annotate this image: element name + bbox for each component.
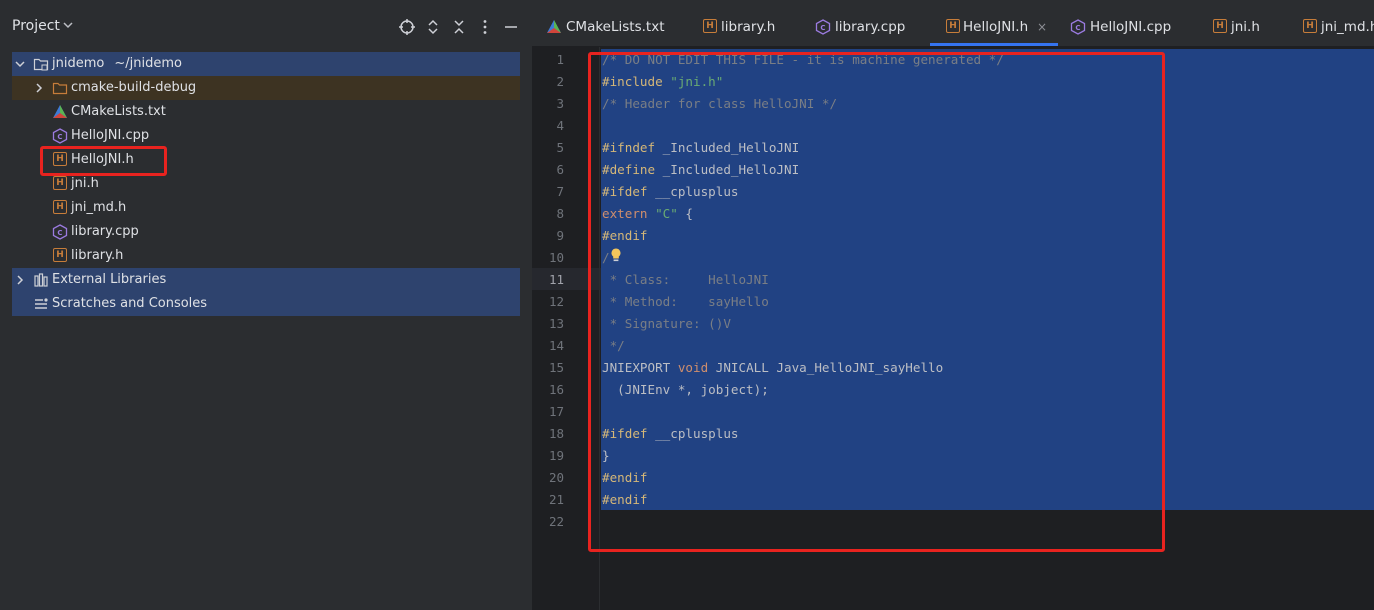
- tree-item-label: library.cpp: [71, 224, 139, 239]
- minimize-icon[interactable]: [502, 18, 520, 36]
- locate-icon[interactable]: [398, 18, 416, 36]
- tree-item-jni-md-h[interactable]: H jni_md.h: [12, 196, 520, 220]
- tab-library-cpp[interactable]: C library.cpp: [815, 0, 925, 46]
- line-number: 8: [556, 206, 564, 221]
- line-number: 22: [548, 514, 564, 529]
- tree-item-external-libraries[interactable]: External Libraries: [12, 268, 520, 292]
- chevron-down-icon[interactable]: [62, 19, 74, 31]
- tab-cmakelists[interactable]: CMakeLists.txt: [546, 0, 676, 46]
- cpp-file-icon: C: [815, 19, 831, 35]
- svg-text:C: C: [57, 229, 62, 237]
- line-number: 6: [556, 162, 564, 177]
- project-panel-header: Project: [0, 0, 532, 54]
- tree-item-label: library.h: [71, 248, 124, 263]
- header-file-icon: H: [703, 19, 717, 33]
- line-number: 10: [548, 250, 564, 265]
- svg-text:C: C: [1075, 24, 1080, 32]
- tab-jni-md-h[interactable]: H jni_md.h: [1303, 0, 1374, 46]
- header-file-icon: H: [946, 19, 960, 33]
- chevron-right-icon[interactable]: [14, 274, 26, 286]
- line-number: 18: [548, 426, 564, 441]
- header-file-icon: H: [53, 176, 69, 192]
- editor-tabs: CMakeLists.txt H library.h C library.cpp…: [532, 0, 1374, 47]
- tab-library-h[interactable]: H library.h: [703, 0, 803, 46]
- tree-item-label: External Libraries: [52, 272, 167, 287]
- tab-jni-h[interactable]: H jni.h: [1213, 0, 1273, 46]
- svg-text:C: C: [820, 24, 825, 32]
- cpp-file-icon: C: [1070, 19, 1086, 35]
- line-number: 14: [548, 338, 564, 353]
- project-panel: Project jnidemo ~/jnidemo cmake-build-deb…: [0, 0, 532, 610]
- line-number: 17: [548, 404, 564, 419]
- line-number: 13: [548, 316, 564, 331]
- chevron-down-icon[interactable]: [14, 58, 26, 70]
- header-file-icon: H: [53, 200, 69, 216]
- cpp-file-icon: C: [52, 224, 68, 240]
- line-number: 4: [556, 118, 564, 133]
- line-number: 5: [556, 140, 564, 155]
- tree-item-jnidemo[interactable]: jnidemo ~/jnidemo: [12, 52, 520, 76]
- line-number: 9: [556, 228, 564, 243]
- line-number: 19: [548, 448, 564, 463]
- line-number: 21: [548, 492, 564, 507]
- tree-item-hellojni-cpp[interactable]: C HelloJNI.cpp: [12, 124, 520, 148]
- svg-text:C: C: [57, 133, 62, 141]
- tree-item-label: Scratches and Consoles: [52, 296, 208, 311]
- tree-item-path: ~/jnidemo: [114, 56, 182, 71]
- tree-item-label: CMakeLists.txt: [71, 104, 166, 119]
- tab-hellojni-h[interactable]: H HelloJNI.h ×: [930, 0, 1058, 46]
- tab-hellojni-cpp[interactable]: C HelloJNI.cpp: [1070, 0, 1200, 46]
- line-number: 1: [556, 52, 564, 67]
- header-file-icon: H: [1303, 19, 1317, 33]
- expand-all-icon[interactable]: [424, 18, 442, 36]
- more-options-icon[interactable]: [476, 18, 494, 36]
- line-number: 20: [548, 470, 564, 485]
- tree-item-library-h[interactable]: H library.h: [12, 244, 520, 268]
- tree-item-label: jni_md.h: [71, 200, 127, 215]
- folder-icon: [52, 82, 68, 95]
- tree-item-cmakelists[interactable]: CMakeLists.txt: [12, 100, 520, 124]
- scratches-icon: [35, 298, 48, 309]
- tree-item-label: jnidemo: [52, 56, 105, 71]
- line-number: 3: [556, 96, 564, 111]
- tree-item-label: cmake-build-debug: [71, 80, 197, 95]
- line-number: 11: [548, 272, 564, 287]
- line-number: 2: [556, 74, 564, 89]
- cmake-icon: [53, 105, 67, 118]
- tree-item-scratches[interactable]: Scratches and Consoles: [12, 292, 520, 316]
- cpp-file-icon: C: [52, 128, 68, 144]
- header-file-icon: H: [1213, 19, 1227, 33]
- line-number: 12: [548, 294, 564, 309]
- tab-label: jni_md.h: [1321, 19, 1374, 35]
- line-number: 7: [556, 184, 564, 199]
- line-number: 16: [548, 382, 564, 397]
- project-panel-title[interactable]: Project: [12, 18, 60, 34]
- chevron-right-icon[interactable]: [33, 82, 45, 94]
- cmake-icon: [547, 20, 561, 33]
- tree-item-library-cpp[interactable]: C library.cpp: [12, 220, 520, 244]
- annotation-highlight-box: [40, 146, 167, 176]
- tree-item-label: HelloJNI.cpp: [71, 128, 150, 143]
- active-tab-indicator: [930, 43, 1058, 46]
- header-file-icon: H: [53, 248, 69, 264]
- line-number: 15: [548, 360, 564, 375]
- folder-icon: [33, 58, 49, 71]
- library-icon: [34, 273, 48, 287]
- collapse-all-icon[interactable]: [450, 18, 468, 36]
- annotation-highlight-box: [588, 52, 1165, 552]
- tree-item-cmake-build-debug[interactable]: cmake-build-debug: [12, 76, 520, 100]
